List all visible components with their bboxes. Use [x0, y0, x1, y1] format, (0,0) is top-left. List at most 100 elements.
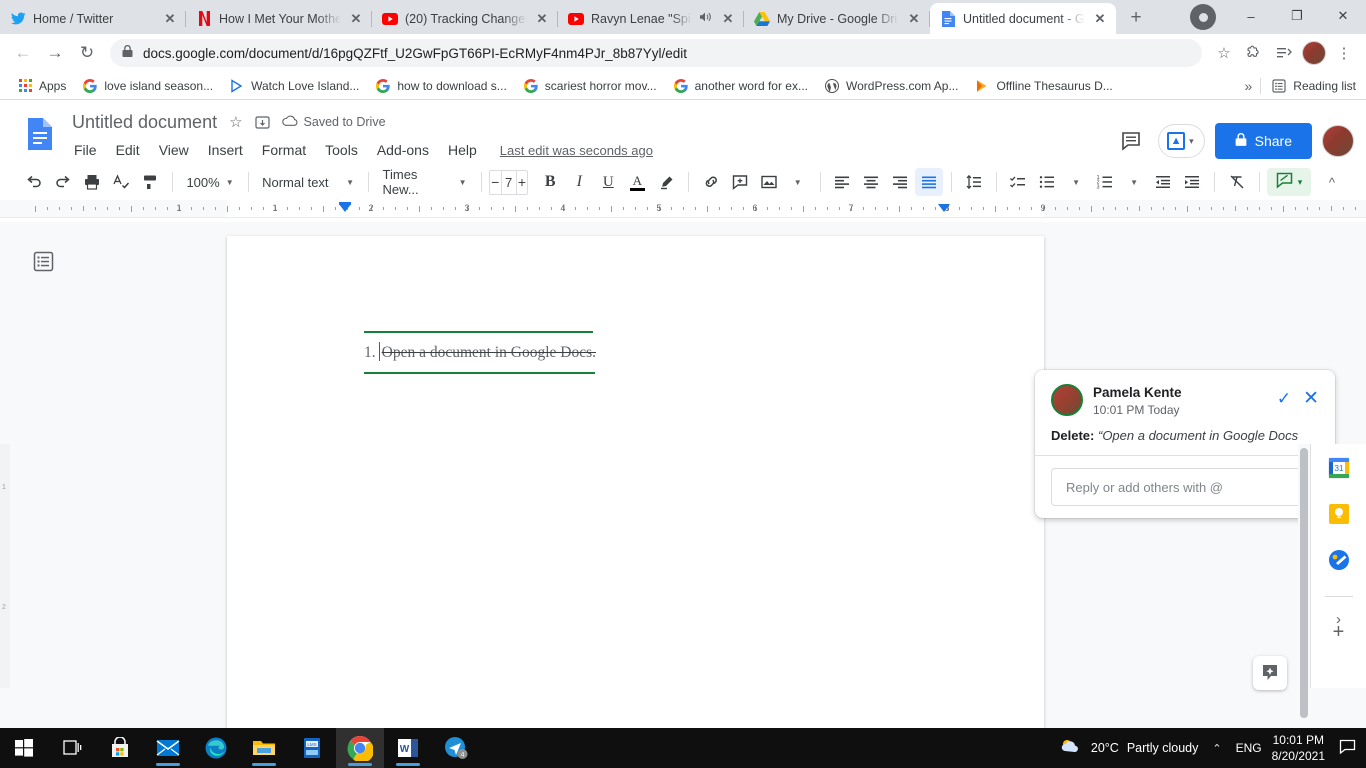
docs-menu-format[interactable]: Format — [260, 140, 308, 160]
scrollbar-thumb[interactable] — [1300, 448, 1308, 718]
document-outline-icon[interactable] — [31, 249, 55, 273]
bookmark-star-icon[interactable]: ☆ — [1210, 39, 1238, 67]
insert-image-icon[interactable] — [755, 168, 783, 196]
docs-menu-edit[interactable]: Edit — [114, 140, 142, 160]
weather-widget[interactable]: 20°C Partly cloudy — [1059, 738, 1199, 759]
puzzle-icon[interactable] — [1240, 39, 1268, 67]
numbered-list-icon[interactable]: 123 — [1091, 168, 1119, 196]
docs-menu-add-ons[interactable]: Add-ons — [375, 140, 431, 160]
google-keep-icon[interactable] — [1327, 502, 1351, 526]
chrome-profile-button[interactable] — [1190, 4, 1216, 30]
last-edit-link[interactable]: Last edit was seconds ago — [500, 143, 653, 158]
reading-list-button[interactable]: Reading list — [1260, 78, 1356, 94]
font-size-increase[interactable]: + — [517, 171, 528, 194]
docs-menu-tools[interactable]: Tools — [323, 140, 360, 160]
google-calendar-icon[interactable]: 31 — [1327, 456, 1351, 480]
align-right-icon[interactable] — [886, 168, 914, 196]
taskbar-app-google-chrome[interactable] — [336, 728, 384, 768]
bookmark-item[interactable]: WordPress.com Ap... — [817, 75, 965, 97]
browser-tab[interactable]: Untitled document - G✕ — [930, 3, 1116, 34]
docs-menu-file[interactable]: File — [72, 140, 99, 160]
bookmark-item[interactable]: scariest horror mov... — [516, 75, 664, 97]
bookmark-item[interactable]: how to download s... — [368, 75, 513, 97]
document-title[interactable]: Untitled document — [72, 112, 217, 133]
paragraph-style-dropdown[interactable]: Normal text ▼ — [256, 168, 360, 196]
reading-mode-icon[interactable] — [1270, 39, 1298, 67]
document-text[interactable]: Open a document in Google Docs. — [382, 344, 596, 362]
undo-icon[interactable] — [20, 168, 48, 196]
explore-button[interactable] — [1253, 656, 1287, 690]
chrome-menu-button[interactable]: ⋮ — [1330, 39, 1358, 67]
highlight-icon[interactable] — [652, 168, 680, 196]
font-dropdown[interactable]: Times New... ▼ — [377, 168, 473, 196]
present-caret-icon[interactable]: ▾ — [1189, 136, 1194, 147]
star-icon[interactable]: ☆ — [229, 113, 242, 131]
underline-button[interactable]: U — [594, 168, 622, 196]
forward-button[interactable]: → — [40, 38, 70, 68]
align-justify-icon[interactable] — [915, 168, 943, 196]
show-hidden-icons-button[interactable]: ⌃ — [1208, 742, 1225, 755]
taskbar-app-lms[interactable]: LMS — [288, 728, 336, 768]
left-indent-bar[interactable] — [339, 202, 351, 205]
editing-mode-button[interactable]: ▾ — [1267, 168, 1311, 196]
google-tasks-icon[interactable] — [1327, 548, 1351, 572]
italic-button[interactable]: I — [565, 168, 593, 196]
maximize-button[interactable]: ❐ — [1274, 0, 1320, 32]
bold-button[interactable]: B — [536, 168, 564, 196]
windows-start-icon[interactable] — [0, 728, 48, 768]
bulleted-list-caret-icon[interactable]: ▼ — [1062, 168, 1090, 196]
taskbar-app-microsoft-word[interactable]: W — [384, 728, 432, 768]
browser-tab[interactable]: Home / Twitter✕ — [0, 3, 186, 34]
browser-tab[interactable]: (20) Tracking Changes✕ — [372, 3, 558, 34]
browser-tab[interactable]: Ravyn Lenae "Spi✕ — [558, 3, 744, 34]
font-size-decrease[interactable]: − — [490, 171, 501, 194]
reload-button[interactable]: ↻ — [72, 38, 102, 68]
decrease-indent-icon[interactable] — [1149, 168, 1177, 196]
browser-tab[interactable]: My Drive - Google Dri✕ — [744, 3, 930, 34]
taskbar-app-microsoft-edge[interactable] — [192, 728, 240, 768]
comment-history-icon[interactable] — [1114, 124, 1148, 158]
font-size-input[interactable]: 7 — [501, 171, 517, 194]
ruler[interactable]: 1234567891 — [0, 200, 1366, 218]
tab-close-button[interactable]: ✕ — [348, 11, 364, 27]
tab-close-button[interactable]: ✕ — [720, 11, 736, 27]
docs-menu-insert[interactable]: Insert — [206, 140, 245, 160]
spellcheck-icon[interactable] — [107, 168, 135, 196]
clear-formatting-icon[interactable] — [1223, 168, 1251, 196]
new-tab-button[interactable]: + — [1122, 4, 1150, 32]
docs-menu-view[interactable]: View — [157, 140, 191, 160]
print-icon[interactable] — [78, 168, 106, 196]
right-indent-marker[interactable] — [938, 204, 950, 212]
numbered-list-caret-icon[interactable]: ▼ — [1120, 168, 1148, 196]
present-button[interactable]: ▲ ▾ — [1158, 124, 1205, 158]
bookmark-item[interactable]: another word for ex... — [666, 75, 815, 97]
close-window-button[interactable]: ✕ — [1320, 0, 1366, 32]
tab-close-button[interactable]: ✕ — [162, 11, 178, 27]
address-bar[interactable]: docs.google.com/document/d/16pgQZFtf_U2G… — [110, 39, 1202, 67]
clock[interactable]: 10:01 PM 8/20/2021 — [1272, 732, 1325, 764]
document-page[interactable]: 1. Open a document in Google Docs. — [227, 236, 1044, 728]
bookmarks-overflow-button[interactable]: » — [1245, 78, 1259, 94]
minimize-button[interactable]: – — [1228, 0, 1274, 32]
comment-card[interactable]: Pamela Kente 10:01 PM Today ✓ ✕ Delete: … — [1035, 370, 1335, 518]
increase-indent-icon[interactable] — [1178, 168, 1206, 196]
browser-tab[interactable]: How I Met Your Mothe✕ — [186, 3, 372, 34]
taskbar-app-file-explorer[interactable] — [240, 728, 288, 768]
back-button[interactable]: ← — [8, 38, 38, 68]
tab-close-button[interactable]: ✕ — [906, 11, 922, 27]
taskbar-app-mail[interactable] — [144, 728, 192, 768]
add-comment-icon[interactable] — [726, 168, 754, 196]
collapse-side-panel-button[interactable]: › — [1336, 611, 1341, 628]
insert-image-caret-icon[interactable]: ▼ — [784, 168, 812, 196]
tab-close-button[interactable]: ✕ — [1092, 11, 1108, 27]
tab-audio-icon[interactable] — [699, 11, 713, 26]
document-list-item[interactable]: 1. Open a document in Google Docs. — [364, 333, 734, 372]
tab-close-button[interactable]: ✕ — [534, 11, 550, 27]
notification-icon[interactable] — [1335, 739, 1356, 758]
align-left-icon[interactable] — [828, 168, 856, 196]
taskbar-app-microsoft-store[interactable] — [96, 728, 144, 768]
redo-icon[interactable] — [49, 168, 77, 196]
text-color-button[interactable]: A — [623, 168, 651, 196]
comment-reply-input[interactable]: Reply or add others with @ — [1051, 468, 1319, 506]
share-button[interactable]: Share — [1215, 123, 1312, 159]
